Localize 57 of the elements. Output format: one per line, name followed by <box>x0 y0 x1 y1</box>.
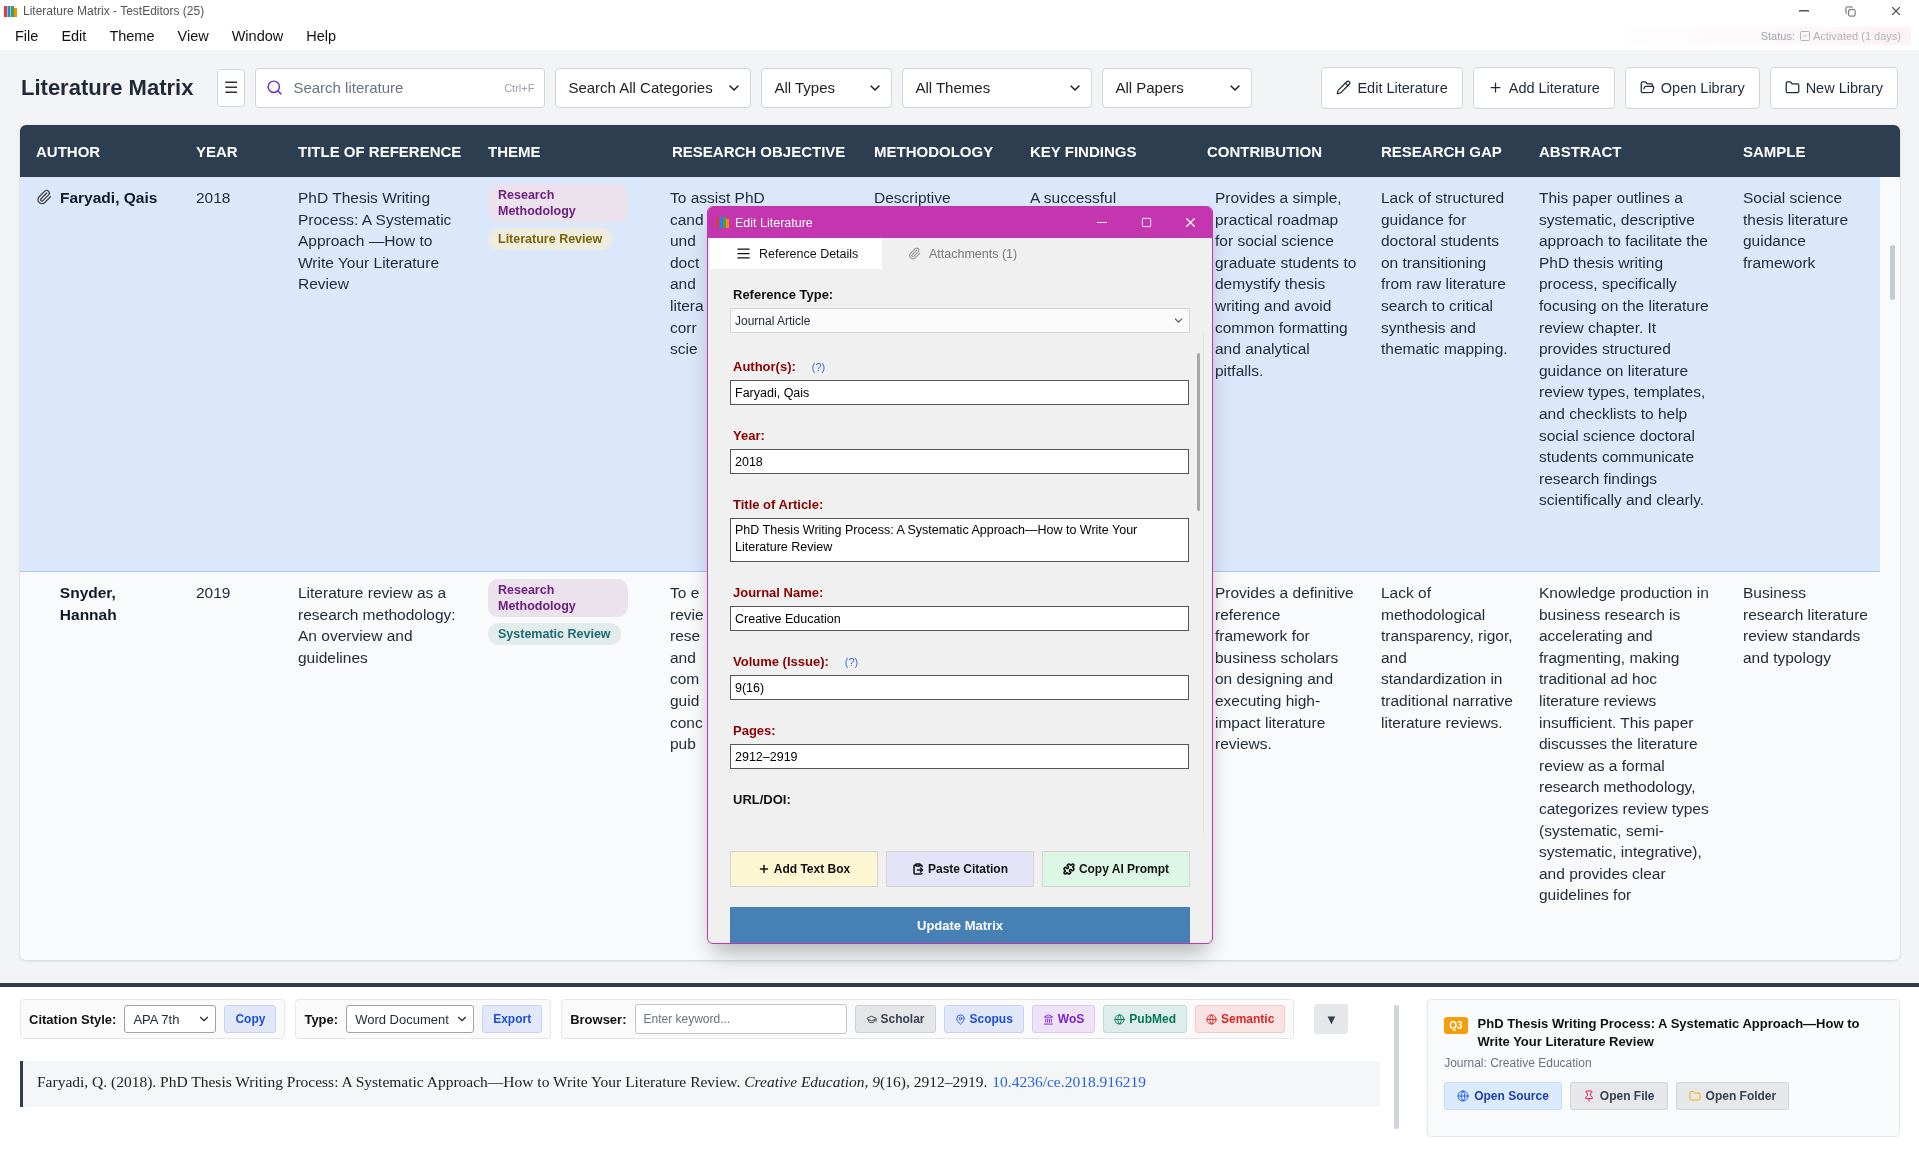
window-title: Literature Matrix - TestEditors (25) <box>23 4 205 18</box>
table-cell-text: This paper outlines a systematic, descriptive approach to facilitate the PhD thesis writing process, specifically focusing on the literature review chapter. It provides structured guidance on literature review types, templates, and checklists to help social science doctoral students communicate research findings scientifically and clearly. <box>1539 188 1710 511</box>
field-label: Browser: <box>570 1011 627 1027</box>
table-cell-text: und <box>670 231 696 252</box>
theme-tag: Research Methodology <box>488 184 628 222</box>
table-cell-text: doct <box>670 252 700 273</box>
field-label: Pages: <box>733 723 776 738</box>
table-cell-text: To assist PhD <box>670 188 765 208</box>
table-cell-text: A successful <box>1030 188 1118 208</box>
card-title: PhD Thesis Writing Process: A Systematic Approach—How to Write Your Literature Review <box>1477 1015 1861 1051</box>
field-label: Author(s): <box>733 359 796 374</box>
table-cell-text: To e <box>670 583 700 603</box>
shortcut-hint: Ctrl+F <box>504 81 535 94</box>
author-cell-text: Faryadi, Qais <box>60 188 158 208</box>
table-cell-text: and <box>670 274 696 295</box>
table-cell-text: com <box>670 669 700 690</box>
table-cell-text: rese <box>670 626 701 647</box>
table-cell-text: pub <box>670 734 696 755</box>
table-cell-text: revie <box>670 604 704 625</box>
table-cell-text: Provides a simple, practical roadmap for social science graduate students to demystify thesis writing and avoid common formatting and analytical pitfalls. <box>1215 188 1358 381</box>
table-cell-text: Business research literature review standards and typology <box>1743 583 1869 668</box>
table-cell-text: Lack of methodological transparency, rigor, and standardization in traditional narrative literature reviews. <box>1381 583 1514 733</box>
field-label: URL/DOI: <box>733 792 791 807</box>
field-label: Volume (Issue): <box>733 654 829 669</box>
theme-tag: Literature Review <box>488 228 613 250</box>
table-cell-text: and <box>670 647 696 668</box>
field-label: Citation Style: <box>29 1011 117 1027</box>
dialog-title: Edit Literature <box>735 215 813 230</box>
table-cell-text: litera <box>670 295 704 316</box>
journal-name: Journal: Creative Education <box>1444 1056 1593 1070</box>
year-cell-text: 2019 <box>195 583 232 603</box>
citation-text: Faryadi, Q. (2018). PhD Thesis Writing Process: A Systematic Approach—How to Write Your Literature Review. Creative Education, 9(16), 2912–2919. <box>37 1073 988 1090</box>
table-cell-text: Descriptive <box>874 188 952 208</box>
table-cell-text: Social science thesis literature guidance framework <box>1743 188 1850 273</box>
field-label: Reference Type: <box>733 287 834 302</box>
quartile-badge: Q3 <box>1444 1017 1468 1034</box>
theme-tag: Research Methodology <box>488 579 628 617</box>
field-label: Title of Article: <box>733 497 824 512</box>
status-label: Status: <box>1760 30 1795 42</box>
theme-tag: Systematic Review <box>488 623 621 645</box>
table-cell-text: guid <box>670 690 700 711</box>
table-cell-text: Lack of structured guidance for doctoral students on transitioning from raw literature search to critical synthesis and thematic mapping. <box>1381 188 1509 360</box>
field-label: Journal Name: <box>733 585 824 600</box>
table-cell-text: Knowledge production in business research is accelerating and fragmenting, making traditional ad hoc literature reviews insufficient. This paper discusses the literature review as a formal research methodology, categorizes review types (systematic, semi-systematic, integrative), and provides clear guidelines for <box>1539 583 1710 906</box>
author-cell-text: Snyder, Hannah <box>59 583 118 625</box>
field-label: Year: <box>733 428 765 443</box>
table-cell-text: conc <box>670 712 703 733</box>
title-cell-text: PhD Thesis Writing Process: A Systematic Approach —How to Write Your Literature Review <box>297 188 453 295</box>
table-cell-text: scie <box>670 339 698 360</box>
status-value: Activated (1 days) <box>1812 30 1901 42</box>
table-cell-text: corr <box>670 317 697 338</box>
year-cell-text: 2018 <box>195 188 232 208</box>
table-cell-text: Provides a definitive reference framework for business scholars on designing and executing high-impact literature reviews. <box>1215 583 1355 755</box>
field-label: Type: <box>304 1011 339 1027</box>
title-cell-text: Literature review as a research methodology: An overview and guidelines <box>297 583 457 668</box>
app-title: Literature Matrix <box>21 74 194 101</box>
table-cell-text: cand <box>670 209 704 230</box>
